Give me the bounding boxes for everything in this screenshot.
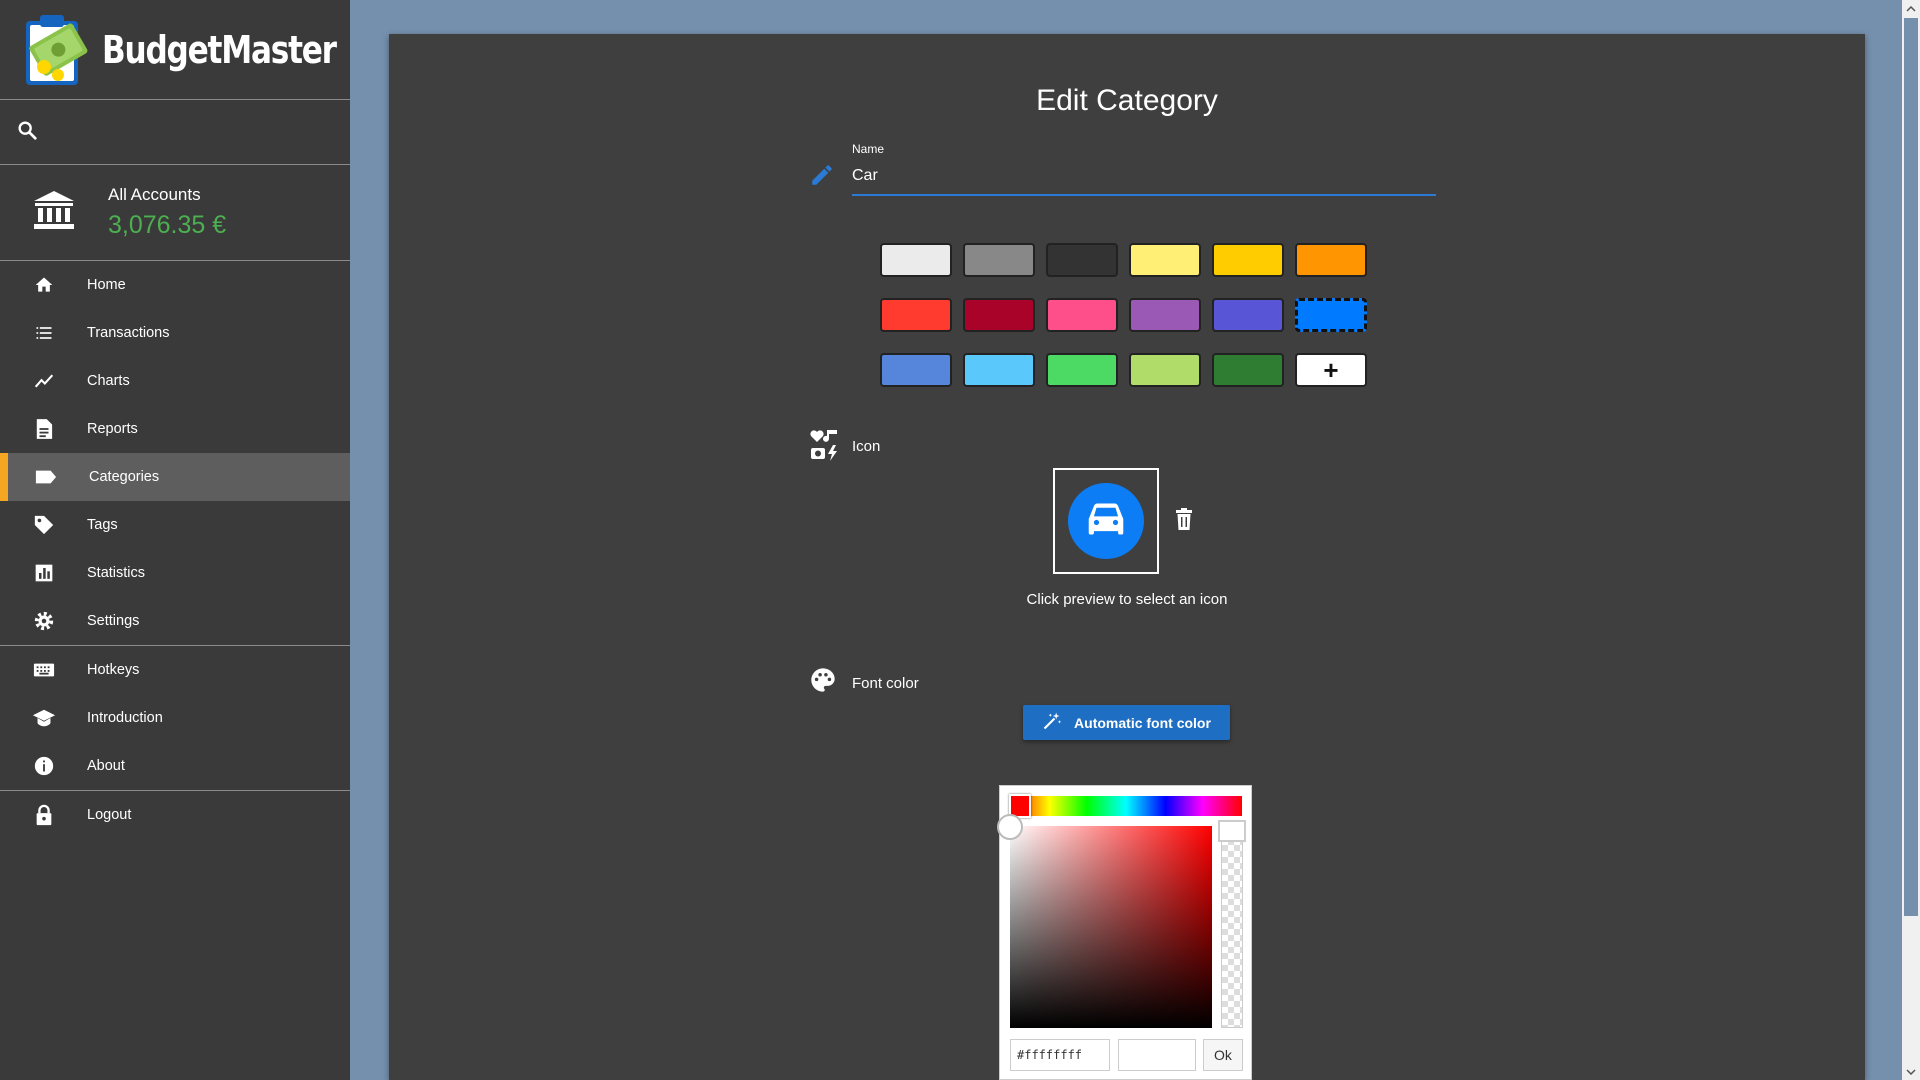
color-swatches: + [880, 243, 1367, 387]
icon-preview-button[interactable] [1053, 468, 1159, 574]
ok-button[interactable]: Ok [1203, 1039, 1243, 1071]
trash-icon[interactable] [1175, 508, 1193, 535]
label-icon [34, 465, 58, 489]
alpha-slider-handle[interactable] [1218, 820, 1246, 842]
sidebar-item-label: Charts [87, 373, 130, 389]
page-scrollbar[interactable] [1902, 0, 1920, 1080]
home-icon [32, 273, 56, 297]
sidebar-item-categories[interactable]: Categories [0, 453, 350, 501]
sidebar-item-introduction[interactable]: Introduction [0, 694, 350, 742]
sidebar-item-tags[interactable]: Tags [0, 501, 350, 549]
sidebar-item-charts[interactable]: Charts [0, 357, 350, 405]
sidebar-nav: Home Transactions Charts Reports Categor… [0, 261, 350, 839]
color-swatch[interactable] [1212, 298, 1284, 332]
color-swatch[interactable] [1212, 353, 1284, 387]
sidebar-item-label: Reports [87, 421, 138, 437]
bar-chart-icon [32, 561, 56, 585]
sidebar-item-logout[interactable]: Logout [0, 791, 350, 839]
color-swatch[interactable] [1295, 243, 1367, 277]
scrollbar-thumb[interactable] [1904, 18, 1918, 916]
color-swatch[interactable] [1295, 298, 1367, 332]
sidebar-item-label: Hotkeys [87, 662, 140, 678]
add-custom-color-button[interactable]: + [1295, 353, 1367, 387]
color-swatch[interactable] [1129, 353, 1201, 387]
icon-section-label: Icon [852, 438, 881, 455]
color-swatch[interactable] [963, 298, 1035, 332]
color-swatch[interactable] [1129, 243, 1201, 277]
document-icon [32, 417, 56, 441]
alpha-slider[interactable] [1221, 826, 1243, 1028]
search-icon[interactable] [16, 119, 38, 146]
budgetmaster-logo-icon [22, 11, 88, 89]
automatic-font-color-label: Automatic font color [1074, 714, 1211, 731]
color-swatch[interactable] [1046, 243, 1118, 277]
sidebar-item-statistics[interactable]: Statistics [0, 549, 350, 597]
info-icon [32, 754, 56, 778]
color-preview [1118, 1039, 1196, 1071]
color-swatch[interactable] [880, 353, 952, 387]
scroll-up-arrow-icon[interactable] [1902, 0, 1920, 17]
edit-category-panel: Edit Category Name + Icon [389, 34, 1865, 1080]
category-name-input[interactable] [852, 158, 1436, 196]
color-swatch[interactable] [1046, 298, 1118, 332]
sidebar-item-hotkeys[interactable]: Hotkeys [0, 646, 350, 694]
search-bar[interactable] [0, 100, 350, 165]
sidebar-item-label: Tags [87, 517, 118, 533]
account-name: All Accounts [108, 185, 201, 204]
pencil-icon [809, 162, 835, 193]
lock-icon [32, 803, 56, 827]
sidebar-item-label: Transactions [87, 325, 170, 341]
color-swatch[interactable] [880, 298, 952, 332]
font-color-picker: Ok [997, 785, 1252, 1080]
hex-color-input[interactable] [1010, 1039, 1110, 1071]
sidebar-item-label: Categories [89, 469, 160, 485]
color-swatch[interactable] [1046, 353, 1118, 387]
keyboard-icon [32, 658, 56, 682]
sidebar-item-label: About [87, 758, 125, 774]
sidebar-item-label: Settings [87, 613, 140, 629]
color-swatch[interactable] [963, 243, 1035, 277]
sidebar-item-settings[interactable]: Settings [0, 597, 350, 645]
sidebar: BudgetMaster All Accounts 3,076.35 € Hom… [0, 0, 350, 1080]
sidebar-item-reports[interactable]: Reports [0, 405, 350, 453]
sidebar-item-home[interactable]: Home [0, 261, 350, 309]
sidebar-item-transactions[interactable]: Transactions [0, 309, 350, 357]
sidebar-item-label: Home [87, 277, 126, 293]
icon-preview-circle [1068, 483, 1144, 559]
account-selector[interactable]: All Accounts 3,076.35 € [0, 165, 350, 261]
saturation-value-area[interactable] [1010, 826, 1212, 1028]
font-color-section-label: Font color [852, 675, 919, 692]
car-icon [1085, 500, 1127, 543]
palette-icon [809, 666, 837, 699]
list-icon [32, 321, 56, 345]
name-field-label: Name [852, 142, 885, 156]
color-swatch[interactable] [1129, 298, 1201, 332]
page-title: Edit Category [1036, 84, 1218, 117]
magic-wand-icon [1042, 711, 1074, 734]
chart-line-icon [32, 369, 56, 393]
icon-picker-icon [809, 428, 841, 467]
sidebar-item-label: Introduction [87, 710, 163, 726]
scroll-down-arrow-icon[interactable] [1902, 1063, 1920, 1080]
color-swatch[interactable] [880, 243, 952, 277]
gear-icon [32, 609, 56, 633]
icon-select-hint: Click preview to select an icon [1026, 591, 1228, 608]
color-swatch[interactable] [1212, 243, 1284, 277]
tag-icon [32, 513, 56, 537]
sidebar-item-about[interactable]: About [0, 742, 350, 790]
account-balance: 3,076.35 € [108, 211, 227, 239]
app-name: BudgetMaster [102, 27, 337, 72]
color-swatch[interactable] [963, 353, 1035, 387]
brand[interactable]: BudgetMaster [0, 0, 350, 100]
bank-icon [32, 189, 76, 236]
sidebar-item-label: Statistics [87, 565, 146, 581]
sidebar-item-label: Logout [87, 807, 132, 823]
automatic-font-color-button[interactable]: Automatic font color [1023, 705, 1230, 740]
graduation-cap-icon [32, 706, 56, 730]
saturation-value-handle[interactable] [997, 814, 1023, 840]
hue-slider[interactable] [1010, 796, 1242, 816]
